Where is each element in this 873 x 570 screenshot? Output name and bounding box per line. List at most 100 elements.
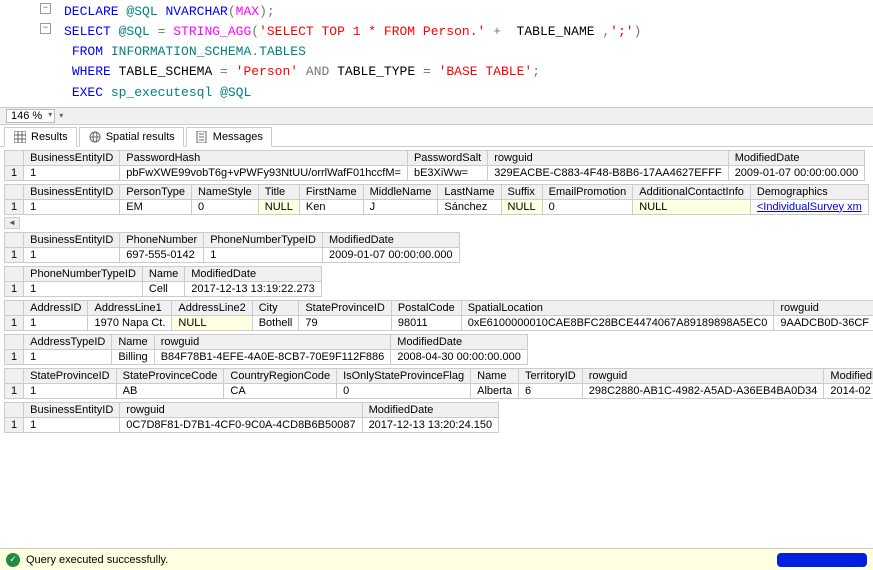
column-header[interactable]: PasswordHash [120, 150, 408, 165]
cell[interactable]: Alberta [471, 383, 519, 398]
cell[interactable]: 2017-12-13 13:20:24.150 [362, 417, 499, 432]
column-header[interactable]: TerritoryID [518, 368, 582, 383]
cell[interactable]: J [363, 199, 438, 214]
cell[interactable]: NULL [501, 199, 542, 214]
cell[interactable]: 0C7D8F81-D7B1-4CF0-9C0A-4CD8B6B50087 [120, 417, 362, 432]
results-pane[interactable]: BusinessEntityIDPasswordHashPasswordSalt… [0, 147, 873, 499]
cell[interactable]: 6 [518, 383, 582, 398]
cell[interactable]: 1 [24, 199, 120, 214]
cell[interactable]: pbFwXWE99vobT6g+vPWFy93NtUU/orrlWafF01hc… [120, 165, 408, 180]
cell[interactable]: EM [120, 199, 192, 214]
column-header[interactable]: ModifiedDate [323, 232, 460, 247]
cell[interactable]: 298C2880-AB1C-4982-A5AD-A36EB4BA0D34 [582, 383, 824, 398]
column-header[interactable]: City [252, 300, 299, 315]
cell[interactable]: 0 [337, 383, 471, 398]
table-row[interactable]: 11Cell2017-12-13 13:19:22.273 [5, 281, 322, 296]
tab-spatial[interactable]: Spatial results [79, 127, 184, 147]
column-header[interactable]: NameStyle [191, 184, 258, 199]
cell[interactable]: 2009-01-07 00:00:00.000 [323, 247, 460, 262]
column-header[interactable]: AddressID [24, 300, 88, 315]
table-row[interactable]: 11ABCA0Alberta6298C2880-AB1C-4982-A5AD-A… [5, 383, 873, 398]
column-header[interactable]: AddressLine2 [172, 300, 252, 315]
cell[interactable]: 1 [24, 165, 120, 180]
column-header[interactable]: PhoneNumberTypeID [204, 232, 323, 247]
cell[interactable]: 697-555-0142 [120, 247, 204, 262]
column-header[interactable]: ModifiedDate [391, 334, 528, 349]
column-header[interactable]: PersonType [120, 184, 192, 199]
cell[interactable]: Bothell [252, 315, 299, 330]
code-line[interactable]: WHERE TABLE_SCHEMA = 'Person' AND TABLE_… [6, 62, 867, 82]
result-grid[interactable]: BusinessEntityIDrowguidModifiedDate110C7… [4, 402, 499, 433]
cell[interactable]: bE3XiWw= [407, 165, 487, 180]
cell[interactable]: 1 [24, 349, 112, 364]
result-grid[interactable]: BusinessEntityIDPasswordHashPasswordSalt… [4, 150, 865, 181]
column-header[interactable]: Name [142, 266, 184, 281]
cell[interactable]: Cell [142, 281, 184, 296]
cell[interactable]: 1970 Napa Ct. [88, 315, 172, 330]
column-header[interactable]: PhoneNumberTypeID [24, 266, 143, 281]
column-header[interactable]: PostalCode [391, 300, 461, 315]
column-header[interactable]: BusinessEntityID [24, 402, 120, 417]
cell[interactable]: 1 [204, 247, 323, 262]
column-header[interactable]: ModifiedDate [362, 402, 499, 417]
cell[interactable]: 1 [24, 417, 120, 432]
cell[interactable]: Billing [112, 349, 154, 364]
table-row[interactable]: 111970 Napa Ct.NULLBothell79980110xE6100… [5, 315, 873, 330]
cell[interactable]: 79 [299, 315, 391, 330]
xml-link[interactable]: <IndividualSurvey xm [757, 201, 862, 213]
column-header[interactable]: BusinessEntityID [24, 184, 120, 199]
column-header[interactable]: Demographics [750, 184, 868, 199]
cell[interactable]: 2009-01-07 00:00:00.000 [728, 165, 865, 180]
cell[interactable]: CA [224, 383, 337, 398]
column-header[interactable]: Name [471, 368, 519, 383]
table-row[interactable]: 11pbFwXWE99vobT6g+vPWFy93NtUU/orrlWafF01… [5, 165, 865, 180]
result-grid[interactable]: BusinessEntityIDPersonTypeNameStyleTitle… [4, 184, 869, 215]
column-header[interactable]: rowguid [488, 150, 728, 165]
cell[interactable]: 1 [24, 315, 88, 330]
cell[interactable]: Ken [299, 199, 363, 214]
code-line[interactable]: EXEC sp_executesql @SQL [6, 83, 867, 103]
result-grid[interactable]: StateProvinceIDStateProvinceCodeCountryR… [4, 368, 873, 399]
cell[interactable]: NULL [633, 199, 751, 214]
column-header[interactable]: ModifiedDate [185, 266, 322, 281]
column-header[interactable]: PhoneNumber [120, 232, 204, 247]
column-header[interactable]: AddressTypeID [24, 334, 112, 349]
result-grid[interactable]: AddressTypeIDNamerowguidModifiedDate11Bi… [4, 334, 528, 365]
cell[interactable]: AB [116, 383, 224, 398]
result-grid[interactable]: AddressIDAddressLine1AddressLine2CitySta… [4, 300, 873, 331]
column-header[interactable]: Suffix [501, 184, 542, 199]
column-header[interactable]: IsOnlyStateProvinceFlag [337, 368, 471, 383]
cell[interactable]: B84F78B1-4EFE-4A0E-8CB7-70E9F112F886 [154, 349, 391, 364]
column-header[interactable]: StateProvinceCode [116, 368, 224, 383]
column-header[interactable]: FirstName [299, 184, 363, 199]
table-row[interactable]: 110C7D8F81-D7B1-4CF0-9C0A-4CD8B6B5008720… [5, 417, 499, 432]
cell[interactable]: 2017-12-13 13:19:22.273 [185, 281, 322, 296]
scroll-left-icon[interactable]: ◄ [4, 217, 20, 229]
column-header[interactable]: MiddleName [363, 184, 438, 199]
column-header[interactable]: ModifiedDate [728, 150, 865, 165]
column-header[interactable]: CountryRegionCode [224, 368, 337, 383]
cell[interactable]: 1 [24, 281, 143, 296]
cell[interactable]: 0 [542, 199, 633, 214]
table-row[interactable]: 11697-555-014212009-01-07 00:00:00.000 [5, 247, 460, 262]
column-header[interactable]: ModifiedD [824, 368, 873, 383]
sql-editor[interactable]: − − DECLARE @SQL NVARCHAR(MAX);SELECT @S… [0, 0, 873, 107]
cell[interactable]: NULL [258, 199, 299, 214]
cell[interactable]: 1 [24, 383, 116, 398]
cell[interactable]: 1 [24, 247, 120, 262]
column-header[interactable]: rowguid [774, 300, 873, 315]
cell[interactable]: Sánchez [438, 199, 501, 214]
column-header[interactable]: LastName [438, 184, 501, 199]
cell[interactable]: 98011 [391, 315, 461, 330]
column-header[interactable]: StateProvinceID [299, 300, 391, 315]
cell[interactable]: 2014-02 [824, 383, 873, 398]
fold-toggle-icon[interactable]: − [40, 3, 51, 14]
column-header[interactable]: AddressLine1 [88, 300, 172, 315]
column-header[interactable]: rowguid [154, 334, 391, 349]
column-header[interactable]: BusinessEntityID [24, 150, 120, 165]
cell[interactable]: 0xE6100000010CAE8BFC28BCE4474067A8918989… [461, 315, 774, 330]
column-header[interactable]: rowguid [120, 402, 362, 417]
column-header[interactable]: EmailPromotion [542, 184, 633, 199]
cell[interactable]: 2008-04-30 00:00:00.000 [391, 349, 528, 364]
cell[interactable]: 9AADCB0D-36CF [774, 315, 873, 330]
